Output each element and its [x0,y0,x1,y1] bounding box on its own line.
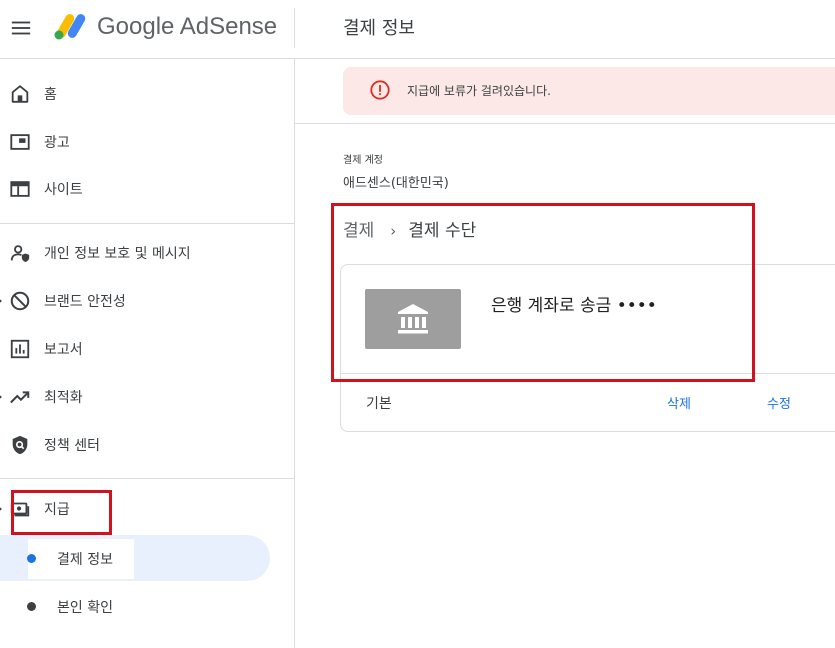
sidebar-item-privacy-messaging[interactable]: 개인 정보 보호 및 메시지 [0,231,294,275]
sidebar-item-label: 보고서 [44,342,83,358]
ads-icon [10,134,30,150]
sidebar-item-reports[interactable]: 보고서 [0,327,294,371]
bullet-dot-icon [27,554,36,563]
payment-account-label: 결제 계정 [343,155,383,166]
sidebar-subitem-label: 본인 확인 [57,600,113,616]
sidebar-item-sites[interactable]: 사이트 [0,167,294,211]
sidebar-nav: 홈 광고 사이트 개인 정보 보호 및 메시지 브랜드 안전성 보고서 최적화 … [0,59,295,648]
policy-icon [12,435,28,455]
delete-button[interactable]: 삭제 [667,393,691,412]
alert-message: 지급에 보류가 걸려있습니다. [407,84,551,98]
sidebar-item-ads[interactable]: 광고 [0,120,294,164]
sidebar-item-label: 광고 [44,135,70,151]
annotation-highlight-box [11,490,112,535]
sidebar-item-label: 개인 정보 보호 및 메시지 [44,246,191,262]
sidebar-item-brand-safety[interactable]: 브랜드 안전성 [0,279,294,323]
sidebar-item-optimization[interactable]: 최적화 [0,375,294,419]
trending-up-icon [10,391,30,404]
chevron-down-icon [0,507,2,511]
sidebar-item-label: 정책 센터 [44,438,100,454]
edit-button[interactable]: 수정 [767,393,791,412]
sidebar-subitem-payment-info[interactable]: 결제 정보 [0,535,294,581]
payment-hold-alert: 지급에 보류가 걸려있습니다. [343,67,835,115]
sidebar-item-home[interactable]: 홈 [0,72,294,116]
privacy-icon [10,245,30,262]
default-badge: 기본 [366,396,392,412]
topbar-divider [294,8,295,48]
home-icon [11,85,29,103]
block-icon [10,291,30,311]
annotation-highlight-box [331,203,755,382]
sidebar-divider [0,478,294,479]
chevron-right-icon [0,299,2,303]
sidebar-subitem-label: 결제 정보 [57,552,113,568]
content-divider [295,123,835,124]
reports-icon [10,339,30,359]
page-title: 결제 정보 [343,18,415,39]
top-app-bar: Google AdSense 결제 정보 [0,0,835,59]
error-icon [370,80,390,100]
adsense-logo-icon[interactable] [52,11,88,41]
app-logo-text: Google AdSense [97,13,278,40]
sidebar-item-policy-center[interactable]: 정책 센터 [0,423,294,467]
sidebar-item-label: 사이트 [44,182,83,198]
payment-account-value: 애드센스(대한민국) [343,176,449,191]
sidebar-subitem-identity-verification[interactable]: 본인 확인 [0,583,294,629]
chevron-right-icon [0,395,2,399]
sidebar-item-label: 홈 [44,87,57,103]
bullet-dot-icon [27,602,36,611]
sidebar-divider [0,223,294,224]
sites-icon [10,181,30,197]
sidebar-item-label: 브랜드 안전성 [44,294,126,310]
menu-icon[interactable] [10,17,32,39]
sidebar-item-label: 최적화 [44,390,83,406]
